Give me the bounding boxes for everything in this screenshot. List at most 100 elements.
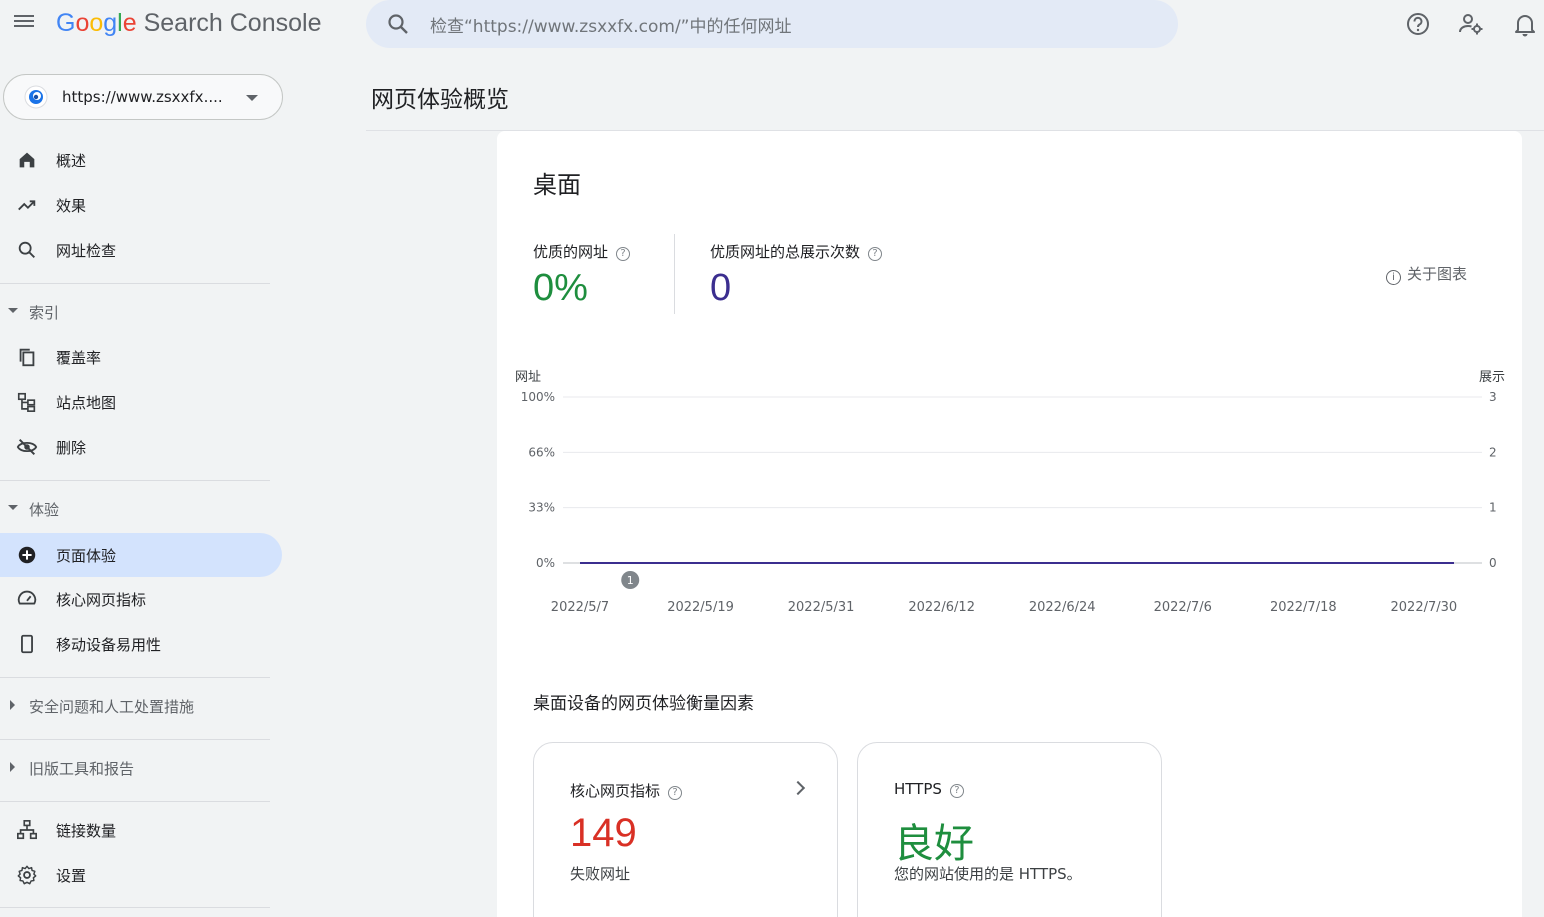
search-placeholder: 检查“https://www.zsxxfx.com/”中的任何网址	[430, 17, 792, 37]
help-icon[interactable]: ?	[868, 247, 883, 261]
metric-good-urls-value: 0%	[533, 267, 588, 309]
sidebar: https://www.zsxxfx.... 概述 效果 网址检查 索引 覆盖率…	[0, 56, 300, 917]
nav-label: 核心网页指标	[56, 591, 147, 609]
nav-label: 站点地图	[56, 394, 117, 412]
factor-title: HTTPS?	[894, 780, 964, 798]
top-bar: Google Search Console 检查“https://www.zsx…	[0, 0, 1544, 48]
nav-label: 效果	[56, 197, 87, 215]
nav-mobile-usability[interactable]: 移动设备易用性	[0, 622, 282, 666]
x-tick-label: 2022/5/31	[788, 600, 855, 615]
page-title: 网页体验概览	[371, 87, 509, 113]
divider	[0, 801, 270, 802]
divider	[0, 677, 270, 678]
divider	[0, 283, 270, 284]
copy-icon	[19, 348, 35, 367]
about-chart-link[interactable]: i 关于图表	[1386, 263, 1467, 285]
nav-page-experience[interactable]: 页面体验	[0, 533, 282, 577]
y-tick-label-left: 0%	[536, 556, 555, 570]
x-tick-label: 2022/5/19	[667, 600, 734, 615]
factors-title: 桌面设备的网页体验衡量因素	[533, 694, 754, 714]
smartphone-icon	[21, 634, 33, 654]
y-tick-label-right: 0	[1489, 556, 1497, 570]
help-icon[interactable]: ?	[668, 786, 683, 800]
caret-down-icon	[8, 505, 18, 510]
x-tick-label: 2022/7/18	[1270, 600, 1337, 615]
divider	[674, 234, 675, 314]
product-logo[interactable]: Google Search Console	[56, 9, 321, 38]
links-icon	[17, 820, 37, 840]
left-axis-title: 网址	[515, 370, 541, 385]
property-url: https://www.zsxxfx....	[62, 88, 223, 106]
section-label: 体验	[29, 501, 60, 519]
x-tick-label: 2022/7/6	[1154, 600, 1212, 615]
about-chart-label: 关于图表	[1407, 265, 1468, 283]
metric-impressions-value: 0	[710, 267, 732, 309]
metric-label-text: 优质网址的总展示次数	[710, 243, 861, 261]
nav-label: 移动设备易用性	[56, 636, 162, 654]
nav-label: 设置	[56, 867, 87, 885]
section-label: 旧版工具和报告	[29, 760, 135, 778]
section-legacy[interactable]: 旧版工具和报告	[0, 748, 270, 788]
home-icon	[19, 152, 35, 168]
nav-overview[interactable]: 概述	[0, 138, 282, 182]
search-console-wordmark: Search Console	[143, 9, 322, 37]
factor-subtitle: 您的网站使用的是 HTTPS。	[894, 865, 1082, 883]
nav-links[interactable]: 链接数量	[0, 808, 282, 852]
failed-urls-count: 149	[570, 811, 637, 855]
settings-icon	[17, 865, 37, 885]
section-index[interactable]: 索引	[0, 292, 270, 332]
divider	[0, 907, 270, 908]
card-title: 桌面	[533, 171, 581, 199]
y-tick-label-right: 2	[1489, 445, 1497, 459]
trending-up-icon	[18, 200, 36, 211]
y-tick-label-right: 1	[1489, 501, 1497, 515]
nav-core-web-vitals[interactable]: 核心网页指标	[0, 577, 282, 621]
site-favicon	[24, 85, 48, 109]
y-tick-label-left: 33%	[528, 501, 555, 515]
visibility-off-icon	[16, 438, 38, 456]
section-experience[interactable]: 体验	[0, 489, 270, 529]
nav-removals[interactable]: 删除	[0, 425, 282, 469]
google-wordmark: Google	[56, 9, 137, 37]
search-icon	[388, 14, 408, 34]
factor-title: 核心网页指标?	[570, 780, 683, 801]
caret-right-icon	[10, 762, 15, 772]
help-icon[interactable]: ?	[949, 784, 964, 798]
y-tick-label-left: 100%	[521, 390, 555, 404]
section-label: 索引	[29, 304, 60, 322]
nav-label: 链接数量	[56, 822, 117, 840]
url-inspection-search[interactable]: 检查“https://www.zsxxfx.com/”中的任何网址	[366, 0, 1178, 48]
property-selector[interactable]: https://www.zsxxfx....	[3, 74, 283, 120]
metric-label-text: 优质的网址	[533, 243, 609, 261]
x-tick-label: 2022/5/7	[551, 600, 609, 615]
chevron-down-icon	[246, 95, 258, 101]
x-tick-label: 2022/6/12	[908, 600, 975, 615]
account-settings-icon[interactable]	[1457, 10, 1485, 38]
section-label: 安全问题和人工处置措施	[29, 698, 195, 716]
metric-good-urls-label: 优质的网址?	[533, 241, 631, 262]
caret-down-icon	[8, 308, 18, 313]
nav-label: 删除	[56, 439, 87, 457]
speed-icon	[17, 590, 37, 605]
section-security[interactable]: 安全问题和人工处置措施	[0, 686, 270, 726]
nav-performance[interactable]: 效果	[0, 183, 282, 227]
notifications-icon[interactable]	[1511, 10, 1539, 38]
y-tick-label-left: 66%	[528, 445, 555, 459]
search-icon	[18, 241, 35, 258]
help-icon[interactable]	[1404, 10, 1432, 38]
nav-settings[interactable]: 设置	[0, 853, 282, 897]
factor-subtitle: 失败网址	[570, 865, 631, 883]
help-icon[interactable]: ?	[616, 247, 631, 261]
menu-icon[interactable]	[12, 12, 36, 36]
nav-coverage[interactable]: 覆盖率	[0, 335, 282, 379]
metric-impressions-label: 优质网址的总展示次数?	[710, 241, 883, 262]
nav-sitemaps[interactable]: 站点地图	[0, 380, 282, 424]
https-card: HTTPS? 良好 您的网站使用的是 HTTPS。	[857, 742, 1162, 917]
add-circle-icon	[18, 546, 36, 564]
x-tick-label: 2022/7/30	[1391, 600, 1458, 615]
divider	[0, 480, 270, 481]
core-web-vitals-card[interactable]: 核心网页指标? 149 失败网址	[533, 742, 838, 917]
right-axis-title: 展示	[1479, 370, 1505, 385]
nav-url-inspection[interactable]: 网址检查	[0, 228, 282, 272]
chevron-right-icon[interactable]	[790, 780, 806, 796]
